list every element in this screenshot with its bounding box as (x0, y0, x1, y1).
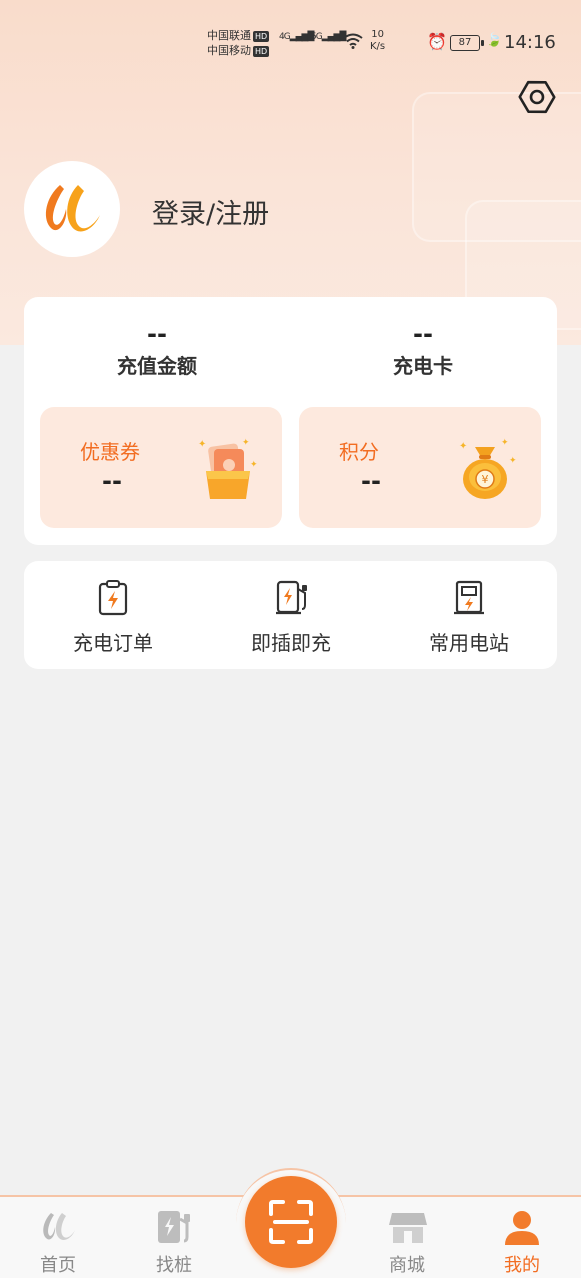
charging-card-stat[interactable]: -- 充电卡 (290, 317, 556, 381)
charging-card-label: 充电卡 (393, 354, 453, 378)
carrier-1: 中国联通 (207, 29, 251, 42)
charging-order-label: 充电订单 (73, 631, 153, 655)
signal-5g-icon: 5G▂▄▆█ (311, 32, 346, 42)
charging-card-value: -- (413, 320, 433, 348)
battery-level: 87 (458, 37, 472, 48)
avatar[interactable] (24, 161, 120, 257)
clock: 14:16 (504, 32, 556, 53)
plug-and-charge-label: 即插即充 (251, 631, 331, 655)
coupon-icon: ✦ ✦ ✦ (198, 438, 258, 499)
svg-text:✦: ✦ (250, 460, 258, 470)
leaf-icon: 🍃 (486, 33, 503, 48)
svg-text:¥: ¥ (482, 473, 489, 486)
svg-text:✦: ✦ (242, 438, 250, 448)
status-bar: 中国联通 HD 中国移动 HD 4G▂▄▆█ 5G▂▄▆█ 10 K/s ⏰ 87 … (0, 0, 581, 80)
nav-store-label: 商城 (389, 1255, 425, 1276)
account-card: -- 充值金额 -- 充电卡 优惠券 -- ✦ ✦ ✦ 积分 -- ✦ ✦ ✦ (24, 297, 557, 545)
svg-text:✦: ✦ (509, 456, 517, 466)
login-register-link[interactable]: 登录/注册 (152, 192, 269, 231)
svg-text:✦: ✦ (501, 438, 509, 448)
points-tile[interactable]: 积分 -- ✦ ✦ ✦ ¥ (299, 407, 541, 528)
favorite-station-icon (454, 580, 484, 615)
scan-icon (269, 1200, 313, 1244)
signal-5g-label: 5G (311, 32, 323, 42)
store-icon (389, 1213, 427, 1243)
svg-text:✦: ✦ (198, 439, 206, 450)
carrier-2: 中国移动 (207, 44, 251, 57)
speed-unit: K/s (370, 41, 386, 52)
hd-badge: HD (253, 31, 270, 42)
plug-and-charge-button[interactable]: 即插即充 (202, 561, 380, 669)
scan-button[interactable] (245, 1176, 337, 1268)
brand-logo-icon (45, 185, 100, 232)
person-icon (505, 1211, 539, 1245)
favorite-station-button[interactable]: 常用电站 (380, 561, 558, 669)
charging-pile-icon (158, 1211, 190, 1243)
hd-badge: HD (253, 46, 270, 57)
battery-icon: 87 (450, 35, 484, 51)
money-bag-icon: ✦ ✦ ✦ ¥ (459, 438, 517, 499)
charging-order-icon (98, 580, 128, 616)
charging-order-button[interactable]: 充电订单 (24, 561, 202, 669)
speed-value: 10 (371, 29, 384, 40)
network-speed: 10 K/s (370, 29, 385, 53)
signal-4g-icon: 4G▂▄▆█ (279, 32, 314, 42)
signal-4g-label: 4G (279, 32, 291, 42)
coupon-value: -- (102, 467, 122, 495)
coupon-tile[interactable]: 优惠券 -- ✦ ✦ ✦ (40, 407, 282, 528)
points-label: 积分 (339, 440, 379, 464)
nav-mine[interactable]: 我的 (467, 1197, 577, 1278)
svg-text:✦: ✦ (459, 441, 467, 452)
nav-mine-label: 我的 (504, 1255, 540, 1276)
nav-store[interactable]: 商城 (352, 1197, 462, 1278)
carrier-info: 中国联通 HD 中国移动 HD (207, 28, 270, 58)
nav-home[interactable]: 首页 (3, 1197, 113, 1278)
quick-actions-card: 充电订单 即插即充 常用电站 (24, 561, 557, 669)
home-logo-icon (43, 1213, 75, 1241)
nav-find-pile-label: 找桩 (156, 1255, 192, 1276)
settings-button[interactable] (515, 75, 559, 119)
settings-hexagon-icon (518, 80, 556, 114)
points-value: -- (361, 467, 381, 495)
recharge-amount-label: 充值金额 (117, 354, 197, 378)
recharge-amount-stat[interactable]: -- 充值金额 (24, 317, 290, 381)
plug-and-charge-icon (276, 580, 307, 615)
wifi-icon (343, 33, 363, 49)
alarm-icon: ⏰ (427, 32, 447, 51)
coupon-label: 优惠券 (80, 440, 140, 464)
recharge-amount-value: -- (147, 320, 167, 348)
nav-home-label: 首页 (40, 1255, 76, 1276)
favorite-station-label: 常用电站 (429, 631, 509, 655)
nav-find-pile[interactable]: 找桩 (119, 1197, 229, 1278)
